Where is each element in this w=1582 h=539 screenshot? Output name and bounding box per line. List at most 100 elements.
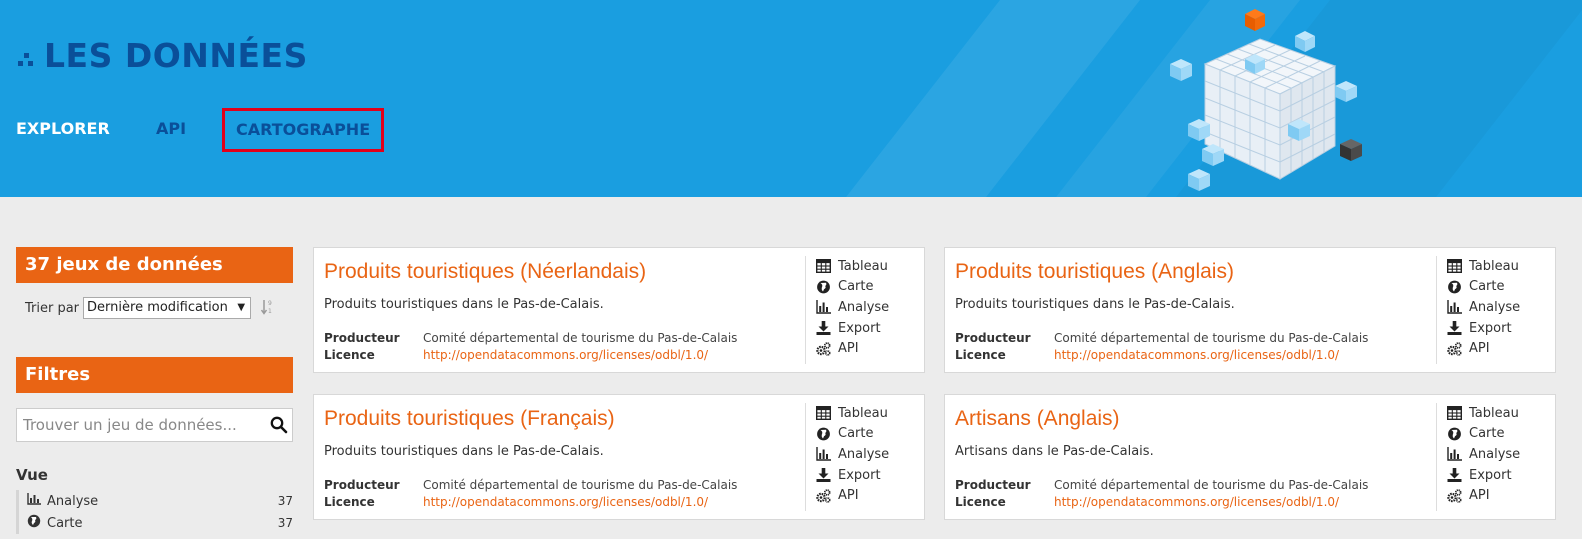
brand: LES DONNÉES xyxy=(16,36,308,75)
vue-filter-count: 37 xyxy=(277,516,293,530)
globe-icon xyxy=(817,427,830,441)
licence-label: Licence xyxy=(955,348,1006,362)
action-label: API xyxy=(838,488,859,504)
action-label: Export xyxy=(838,320,881,336)
sidebar: 37 jeux de données Trier par Dernière mo… xyxy=(16,247,293,534)
action-label: Analyse xyxy=(838,299,890,315)
action-api[interactable]: API xyxy=(1447,485,1520,506)
dataset-actions: Tableau Carte Analyse Export API xyxy=(805,403,889,511)
search-input[interactable] xyxy=(17,409,257,441)
globe-icon xyxy=(27,514,41,532)
action-label: Tableau xyxy=(1469,405,1519,421)
vue-filter-item[interactable]: Analyse 37 xyxy=(27,490,293,512)
licence-link[interactable]: http://opendatacommons.org/licenses/odbl… xyxy=(1054,494,1339,511)
vue-filter-label: Analyse xyxy=(47,493,99,509)
table-icon xyxy=(1447,259,1462,274)
dataset-count-header: 37 jeux de données xyxy=(16,247,293,283)
action-label: Carte xyxy=(838,426,874,442)
bar-chart-icon xyxy=(27,493,41,509)
producer-label: Producteur xyxy=(955,331,1031,345)
action-tableau[interactable]: Tableau xyxy=(1447,403,1520,424)
dataset-description: Produits touristiques dans le Pas-de-Cal… xyxy=(955,297,1235,312)
action-label: Carte xyxy=(1469,426,1505,442)
dataset-description: Artisans dans le Pas-de-Calais. xyxy=(955,444,1154,459)
nav-api[interactable]: API xyxy=(156,114,222,144)
action-export[interactable]: Export xyxy=(1447,318,1520,339)
bar-chart-icon xyxy=(816,447,831,462)
action-label: Analyse xyxy=(838,446,890,462)
action-tableau[interactable]: Tableau xyxy=(816,403,889,424)
dataset-description: Produits touristiques dans le Pas-de-Cal… xyxy=(324,297,604,312)
licence-label: Licence xyxy=(955,495,1006,509)
dataset-title[interactable]: Produits touristiques (Français) xyxy=(324,407,615,431)
bar-chart-icon xyxy=(1447,300,1462,315)
action-label: API xyxy=(1469,488,1490,504)
dataset-title[interactable]: Artisans (Anglais) xyxy=(955,407,1120,431)
action-analyse[interactable]: Analyse xyxy=(1447,297,1520,318)
action-label: API xyxy=(838,341,859,357)
action-carte[interactable]: Carte xyxy=(1447,424,1520,445)
action-label: Tableau xyxy=(838,258,888,274)
licence-link[interactable]: http://opendatacommons.org/licenses/odbl… xyxy=(1054,347,1339,364)
vue-filter-list: Analyse 37 Carte 37 xyxy=(16,490,293,534)
globe-icon xyxy=(817,280,830,294)
action-carte[interactable]: Carte xyxy=(816,424,889,445)
dataset-meta: Producteur Comité départemental de touri… xyxy=(324,330,737,364)
nav-cartographe[interactable]: CARTOGRAPHE xyxy=(222,108,385,152)
action-label: API xyxy=(1469,341,1490,357)
action-tableau[interactable]: Tableau xyxy=(816,256,889,277)
action-api[interactable]: API xyxy=(1447,338,1520,359)
table-icon xyxy=(1447,406,1462,421)
action-export[interactable]: Export xyxy=(816,465,889,486)
dataset-title[interactable]: Produits touristiques (Néerlandais) xyxy=(324,260,646,284)
chevron-down-icon: ▼ xyxy=(237,302,246,313)
bar-chart-icon xyxy=(816,300,831,315)
sort-select[interactable]: Dernière modification ▼ xyxy=(83,297,252,319)
action-label: Tableau xyxy=(1469,258,1519,274)
action-tableau[interactable]: Tableau xyxy=(1447,256,1520,277)
action-analyse[interactable]: Analyse xyxy=(816,297,889,318)
dataset-card: Produits touristiques (Français) Produit… xyxy=(313,394,925,520)
sort-order-icon[interactable]: 91 xyxy=(260,299,273,318)
producer-label: Producteur xyxy=(324,478,400,492)
dataset-card: Produits touristiques (Néerlandais) Prod… xyxy=(313,247,925,373)
dataset-card: Produits touristiques (Anglais) Produits… xyxy=(944,247,1556,373)
dataset-actions: Tableau Carte Analyse Export API xyxy=(805,256,889,364)
licence-link[interactable]: http://opendatacommons.org/licenses/odbl… xyxy=(423,347,708,364)
dataset-meta: Producteur Comité départemental de touri… xyxy=(324,477,737,511)
licence-link[interactable]: http://opendatacommons.org/licenses/odbl… xyxy=(423,494,708,511)
action-analyse[interactable]: Analyse xyxy=(1447,444,1520,465)
action-export[interactable]: Export xyxy=(1447,465,1520,486)
download-icon xyxy=(1447,321,1462,336)
action-carte[interactable]: Carte xyxy=(816,277,889,298)
action-api[interactable]: API xyxy=(816,338,889,359)
action-label: Export xyxy=(1469,467,1512,483)
producer-value: Comité départemental de tourisme du Pas-… xyxy=(1054,478,1369,492)
svg-text:1: 1 xyxy=(268,308,272,315)
data-cube-illustration xyxy=(1170,9,1362,191)
search-icon[interactable] xyxy=(270,416,288,434)
producer-value: Comité départemental de tourisme du Pas-… xyxy=(1054,331,1369,345)
nav-explorer[interactable]: EXPLORER xyxy=(16,114,156,144)
site-header: LES DONNÉES EXPLORER API CARTOGRAPHE xyxy=(0,0,1582,197)
dataset-title[interactable]: Produits touristiques (Anglais) xyxy=(955,260,1234,284)
table-icon xyxy=(816,406,831,421)
filters-header: Filtres xyxy=(16,357,293,393)
globe-icon xyxy=(1448,280,1461,294)
action-label: Export xyxy=(838,467,881,483)
gears-icon xyxy=(1447,341,1462,356)
action-carte[interactable]: Carte xyxy=(1447,277,1520,298)
download-icon xyxy=(1447,468,1462,483)
action-analyse[interactable]: Analyse xyxy=(816,444,889,465)
vue-filter-item[interactable]: Carte 37 xyxy=(27,512,293,534)
dataset-meta: Producteur Comité départemental de touri… xyxy=(955,330,1368,364)
action-api[interactable]: API xyxy=(816,485,889,506)
producer-value: Comité départemental de tourisme du Pas-… xyxy=(423,478,738,492)
sort-row: Trier par Dernière modification ▼ 91 xyxy=(16,297,293,319)
action-label: Carte xyxy=(1469,279,1505,295)
producer-label: Producteur xyxy=(955,478,1031,492)
action-label: Carte xyxy=(838,279,874,295)
download-icon xyxy=(816,468,831,483)
sort-select-value: Dernière modification xyxy=(87,300,228,315)
action-export[interactable]: Export xyxy=(816,318,889,339)
